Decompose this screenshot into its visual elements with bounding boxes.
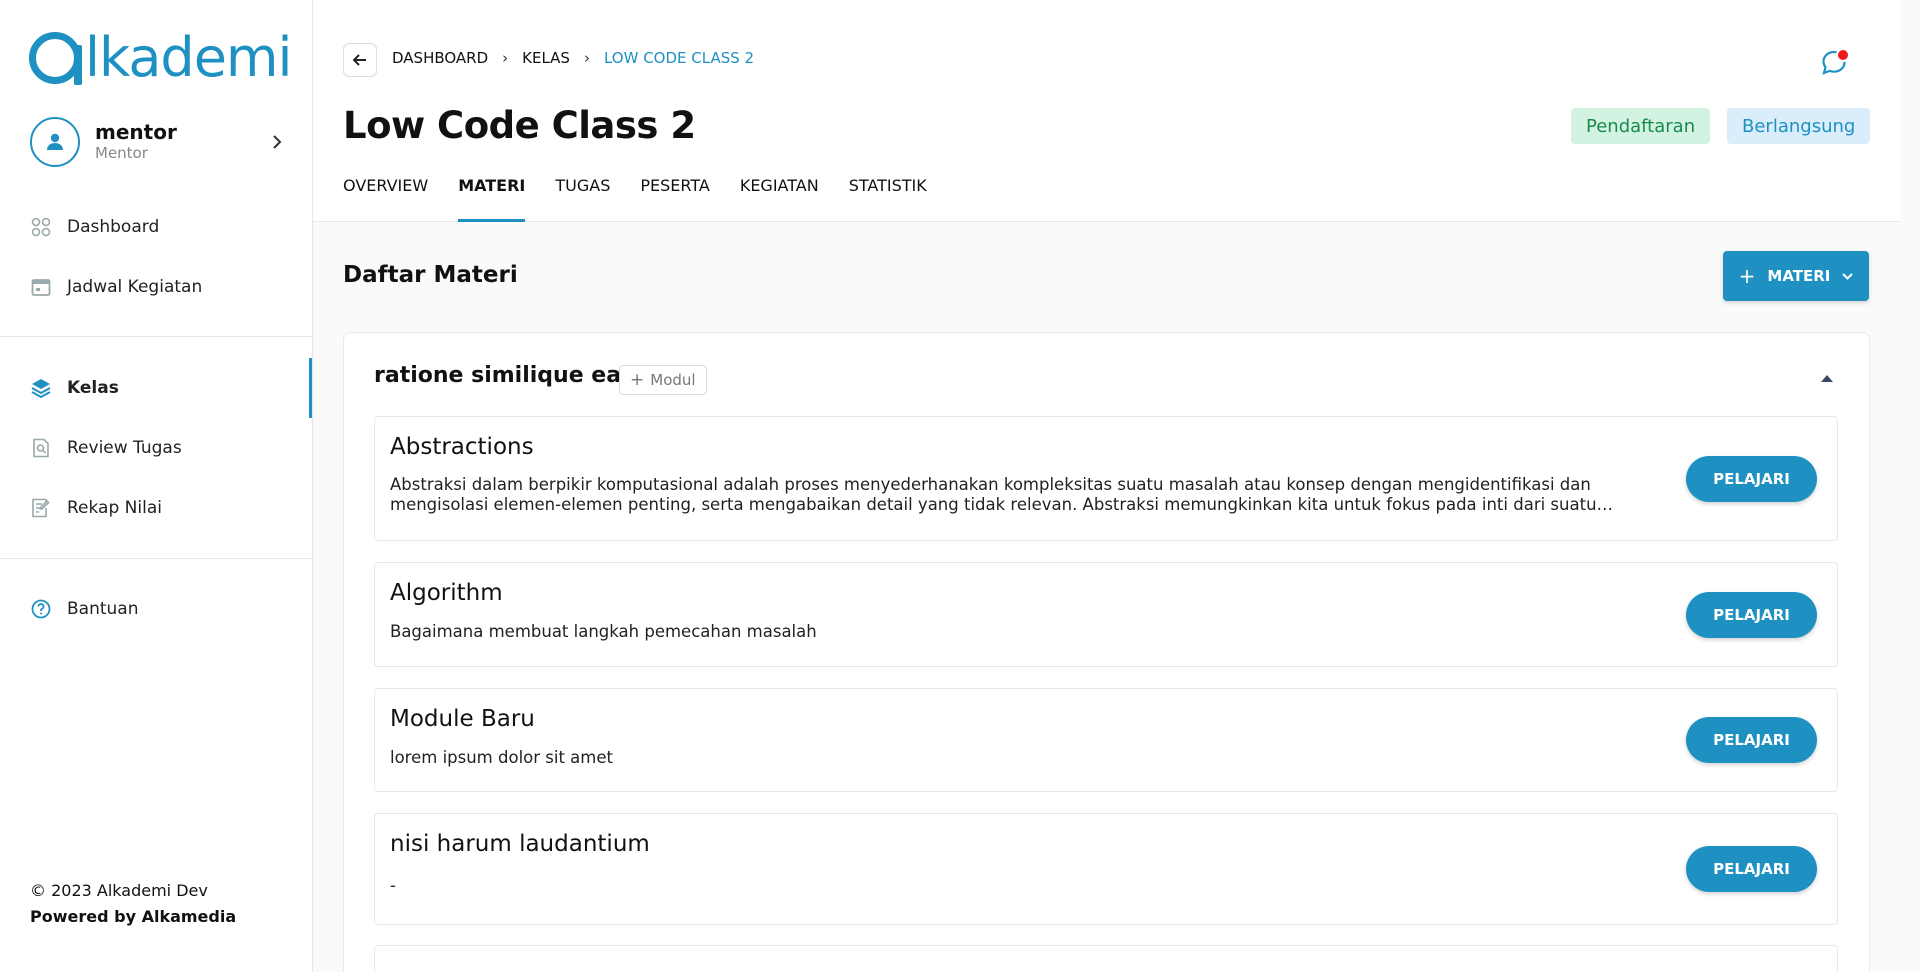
user-avatar-icon <box>30 117 80 167</box>
materi-item-title: Module Baru <box>390 706 535 732</box>
add-materi-label: MATERI <box>1767 267 1831 285</box>
tab-kegiatan[interactable]: KEGIATAN <box>740 172 819 222</box>
materi-item-title: Abstractions <box>390 434 534 460</box>
sidebar-item-label: Kelas <box>67 378 119 398</box>
sidebar-item-rekap-nilai[interactable]: Rekap Nilai <box>30 488 280 528</box>
module-card: ratione similique ea + Modul Abstraction… <box>343 332 1870 972</box>
review-search-icon <box>30 437 52 459</box>
materi-item-description: - <box>390 876 396 895</box>
user-profile-menu[interactable]: mentor Mentor <box>30 116 285 168</box>
user-role: Mentor <box>95 144 148 162</box>
sidebar: lkademi mentor Mentor Dashboard Jadwal K… <box>0 0 313 972</box>
status-badge-berlangsung: Berlangsung <box>1727 108 1871 144</box>
breadcrumb-kelas[interactable]: KELAS <box>522 49 570 67</box>
materi-item <box>374 945 1838 972</box>
materi-item: Module Baru lorem ipsum dolor sit amet P… <box>374 688 1838 792</box>
status-badge-pendaftaran: Pendaftaran <box>1571 108 1711 144</box>
sidebar-footer: © 2023 Alkademi Dev Powered by Alkamedia <box>30 878 236 930</box>
pelajari-button[interactable]: PELAJARI <box>1686 456 1817 502</box>
chevron-right-icon <box>269 134 285 150</box>
plus-icon: + <box>630 370 645 390</box>
breadcrumb-current: LOW CODE CLASS 2 <box>603 49 755 67</box>
materi-item: Abstractions Abstraksi dalam berpikir ko… <box>374 416 1838 541</box>
edit-list-icon <box>30 497 52 519</box>
sidebar-item-kelas[interactable]: Kelas <box>30 368 280 408</box>
sidebar-item-bantuan[interactable]: Bantuan <box>30 589 280 629</box>
breadcrumb: DASHBOARD › KELAS › LOW CODE CLASS 2 <box>392 49 754 67</box>
tab-materi[interactable]: MATERI <box>458 172 526 222</box>
calendar-icon <box>30 276 52 298</box>
class-tabs: OVERVIEW MATERI TUGAS PESERTA KEGIATAN S… <box>343 172 957 222</box>
materi-item-description: Bagaimana membuat langkah pemecahan masa… <box>390 622 817 641</box>
chevron-right-icon: › <box>502 49 509 67</box>
sidebar-item-label: Review Tugas <box>67 438 182 458</box>
chevron-right-icon: › <box>583 49 590 67</box>
chevron-down-icon <box>1842 269 1854 283</box>
add-modul-button[interactable]: + Modul <box>619 365 707 395</box>
back-button[interactable] <box>343 43 377 77</box>
tab-statistik[interactable]: STATISTIK <box>849 172 927 222</box>
arrow-left-icon <box>353 54 366 66</box>
sidebar-item-review-tugas[interactable]: Review Tugas <box>30 428 280 468</box>
sidebar-item-dashboard[interactable]: Dashboard <box>30 207 280 247</box>
sidebar-item-label: Dashboard <box>67 217 160 237</box>
section-title: Daftar Materi <box>343 262 518 288</box>
tab-tugas[interactable]: TUGAS <box>555 172 610 222</box>
materi-item-title: nisi harum laudantium <box>390 831 650 857</box>
add-materi-button[interactable]: + MATERI <box>1723 251 1869 301</box>
powered-by-text: Powered by Alkamedia <box>30 907 237 926</box>
dashboard-grid-icon <box>30 216 52 238</box>
add-modul-label: Modul <box>650 371 696 389</box>
materi-item: nisi harum laudantium - PELAJARI <box>374 813 1838 925</box>
user-name: mentor <box>95 120 177 144</box>
tab-peserta[interactable]: PESERTA <box>640 172 709 222</box>
caret-up-icon[interactable] <box>1820 373 1834 383</box>
breadcrumb-dashboard[interactable]: DASHBOARD <box>392 49 488 67</box>
plus-icon: + <box>1738 264 1756 288</box>
sidebar-item-label: Rekap Nilai <box>67 498 162 518</box>
notification-dot <box>1836 48 1850 62</box>
pelajari-button[interactable]: PELAJARI <box>1686 592 1817 638</box>
help-circle-icon <box>30 598 52 620</box>
sidebar-divider <box>0 558 313 559</box>
materi-item: Algorithm Bagaimana membuat langkah peme… <box>374 562 1838 667</box>
layers-icon <box>30 377 52 399</box>
page-title: Low Code Class 2 <box>343 104 696 147</box>
materi-item-description: Abstraksi dalam berpikir komputasional a… <box>390 475 1597 514</box>
alkademi-logo[interactable]: lkademi <box>29 26 293 89</box>
materi-item-description: lorem ipsum dolor sit amet <box>390 748 613 767</box>
sidebar-item-label: Bantuan <box>67 599 139 619</box>
page-header: DASHBOARD › KELAS › LOW CODE CLASS 2 Low… <box>313 0 1900 222</box>
logo-a-mark <box>29 32 82 85</box>
pelajari-button[interactable]: PELAJARI <box>1686 846 1817 892</box>
materi-item-title: Algorithm <box>390 580 503 606</box>
copyright-text: © 2023 Alkademi Dev <box>30 881 208 900</box>
sidebar-item-label: Jadwal Kegiatan <box>67 277 203 297</box>
logo-text: lkademi <box>85 26 293 89</box>
pelajari-button[interactable]: PELAJARI <box>1686 717 1817 763</box>
active-indicator <box>309 358 312 418</box>
module-title: ratione similique ea <box>374 363 622 388</box>
sidebar-divider <box>0 336 313 337</box>
sidebar-item-jadwal[interactable]: Jadwal Kegiatan <box>30 267 280 307</box>
tab-overview[interactable]: OVERVIEW <box>343 172 428 222</box>
